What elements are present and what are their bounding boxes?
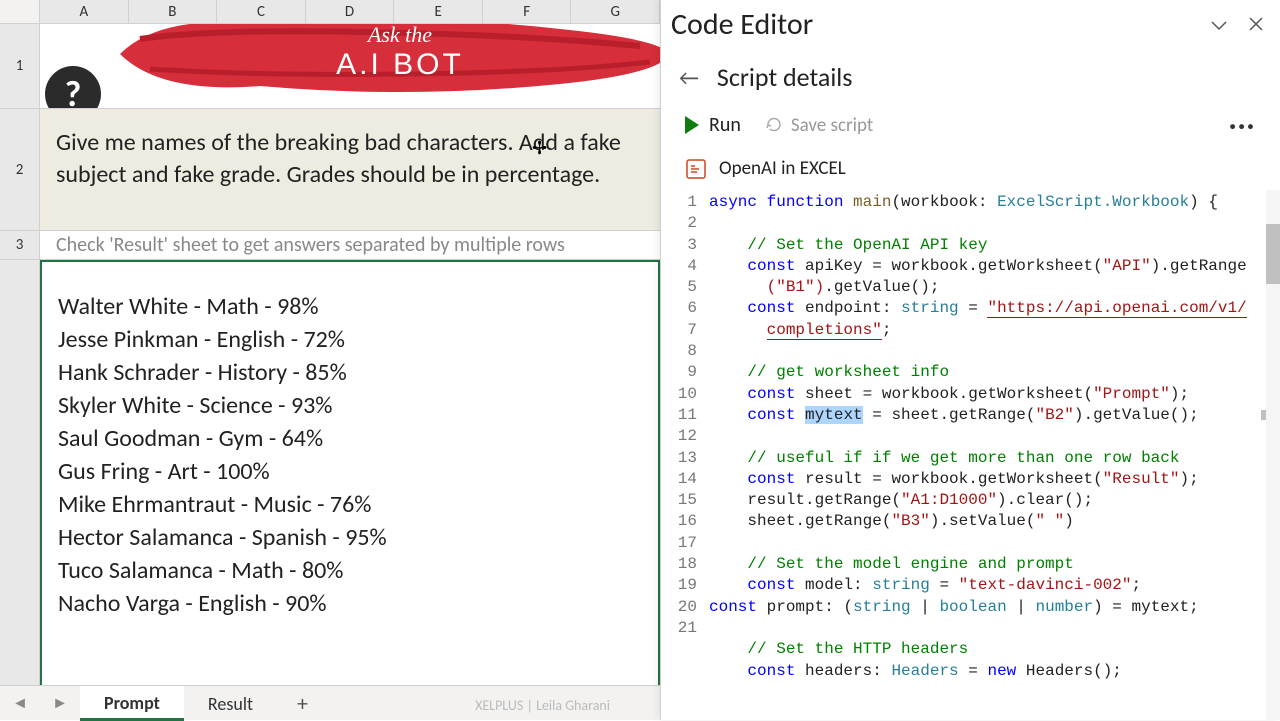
row-header-1[interactable]: 1 <box>0 24 40 109</box>
panel-title: Code Editor <box>671 6 813 43</box>
col-header-a[interactable]: A <box>40 0 129 23</box>
line-numbers: 123456789101112131415161718192021 <box>661 190 709 720</box>
scroll-marker <box>1261 410 1266 420</box>
prev-sheet-arrow[interactable]: ◄ <box>0 686 40 720</box>
result-line: Saul Goodman - Gym - 64% <box>58 424 642 453</box>
tab-result[interactable]: Result <box>184 687 277 719</box>
script-name[interactable]: OpenAI in EXCEL <box>719 157 846 180</box>
select-all-corner[interactable] <box>0 0 40 23</box>
script-file-icon <box>685 158 707 180</box>
result-line: Walter White - Math - 98% <box>58 292 642 321</box>
result-line: Skyler White - Science - 93% <box>58 391 642 420</box>
code-editor-panel: Code Editor ← Script details Run Save sc… <box>660 0 1280 720</box>
back-arrow-icon[interactable]: ← <box>679 64 699 91</box>
row-header-3[interactable]: 3 <box>0 231 40 260</box>
scrollbar-track[interactable] <box>1266 190 1280 720</box>
banner-cell[interactable]: Ask the A.I BOT ? <box>40 24 660 109</box>
col-header-f[interactable]: F <box>483 0 572 23</box>
code-editor-area[interactable]: 123456789101112131415161718192021 async … <box>661 190 1280 720</box>
footer-brand: XELPLUS | Leila Gharani <box>475 697 610 714</box>
result-line: Tuco Salamanca - Math - 80% <box>58 556 642 585</box>
tab-prompt[interactable]: Prompt <box>80 686 184 721</box>
text-cursor-icon: ✢ <box>532 137 547 159</box>
chevron-down-icon[interactable] <box>1210 16 1228 34</box>
column-headers: A B C D E F G <box>0 0 660 24</box>
hint-cell[interactable]: Check 'Result' sheet to get answers sepa… <box>40 231 660 260</box>
result-line: Hank Schrader - History - 85% <box>58 358 642 387</box>
col-header-c[interactable]: C <box>217 0 306 23</box>
result-line: Mike Ehrmantraut - Music - 76% <box>58 490 642 519</box>
scrollbar-thumb[interactable] <box>1266 224 1280 284</box>
more-options-button[interactable]: ··· <box>1229 109 1256 141</box>
row-headers: 1 2 3 <box>0 24 40 720</box>
script-details-title: Script details <box>717 61 853 93</box>
col-header-g[interactable]: G <box>571 0 660 23</box>
add-sheet-button[interactable]: + <box>277 690 328 717</box>
result-line: Hector Salamanca - Spanish - 95% <box>58 523 642 552</box>
prompt-cell[interactable]: Give me names of the breaking bad charac… <box>40 109 660 231</box>
close-icon[interactable] <box>1248 16 1264 32</box>
row-header-rest[interactable] <box>0 260 40 691</box>
svg-text:A.I BOT: A.I BOT <box>336 48 464 81</box>
question-mark-icon: ? <box>45 66 101 109</box>
result-cell[interactable]: Walter White - Math - 98% Jesse Pinkman … <box>40 260 660 691</box>
result-line: Gus Fring - Art - 100% <box>58 457 642 486</box>
next-sheet-arrow[interactable]: ► <box>40 686 80 720</box>
sheet-tabs: ◄ ► Prompt Result + XELPLUS | Leila Ghar… <box>0 685 660 720</box>
code-content[interactable]: async function main(workbook: ExcelScrip… <box>709 190 1280 720</box>
save-script-button[interactable]: Save script <box>765 114 873 137</box>
col-header-e[interactable]: E <box>394 0 483 23</box>
row-header-2[interactable]: 2 <box>0 109 40 231</box>
play-icon <box>685 116 699 134</box>
brush-stroke-graphic: Ask the A.I BOT <box>110 24 660 104</box>
run-button[interactable]: Run <box>685 113 741 137</box>
svg-text:Ask the: Ask the <box>366 24 432 47</box>
col-header-b[interactable]: B <box>129 0 218 23</box>
col-header-d[interactable]: D <box>306 0 395 23</box>
prompt-text: Give me names of the breaking bad charac… <box>56 127 644 192</box>
result-line: Nacho Varga - English - 90% <box>58 589 642 618</box>
result-line: Jesse Pinkman - English - 72% <box>58 325 642 354</box>
refresh-icon <box>765 116 783 134</box>
